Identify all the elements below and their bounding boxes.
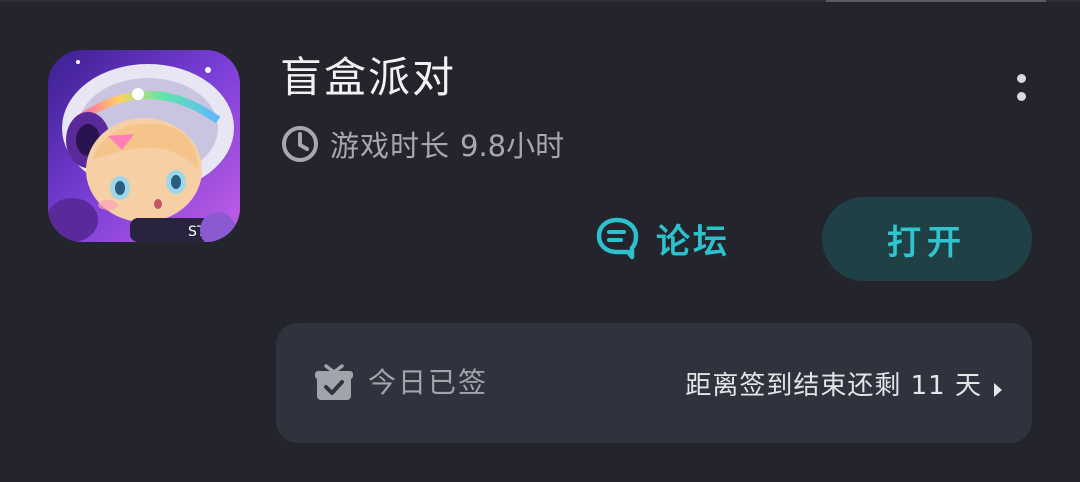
forum-label: 论坛 (656, 221, 730, 262)
gift-check-icon (314, 362, 354, 402)
signin-remaining[interactable]: 距离签到结束还剩 11 天 (685, 361, 1004, 405)
playtime-row: 游戏时长 9.8小时 (280, 122, 564, 166)
signin-status: 今日已签 (368, 366, 489, 399)
signin-bar[interactable]: 今日已签 距离签到结束还剩 11 天 (276, 323, 1032, 443)
scroll-indicator (826, 0, 1046, 2)
game-card: ST 盲盒派对 游戏时长 9.8小时 论坛 打开 今日已签 距离签到结束还剩 1… (0, 0, 1080, 482)
playtime-label: 游戏时长 (330, 129, 451, 163)
app-title: 盲盒派对 (280, 53, 457, 102)
more-vertical-icon-dot (1016, 91, 1026, 101)
more-options-button[interactable] (1000, 66, 1042, 108)
signin-remaining-text: 距离签到结束还剩 11 天 (685, 370, 982, 401)
more-vertical-icon-dot (1016, 73, 1026, 83)
anime-astronaut-icon: ST (48, 50, 240, 242)
clock-icon (280, 124, 320, 164)
forum-button[interactable]: 论坛 (594, 208, 730, 268)
chat-bubble-icon (594, 215, 640, 261)
playtime-value: 9.8小时 (460, 129, 565, 163)
app-icon[interactable]: ST (48, 50, 240, 242)
open-button[interactable]: 打开 (822, 197, 1032, 281)
open-label: 打开 (887, 222, 967, 263)
chevron-right-icon (992, 375, 1004, 397)
